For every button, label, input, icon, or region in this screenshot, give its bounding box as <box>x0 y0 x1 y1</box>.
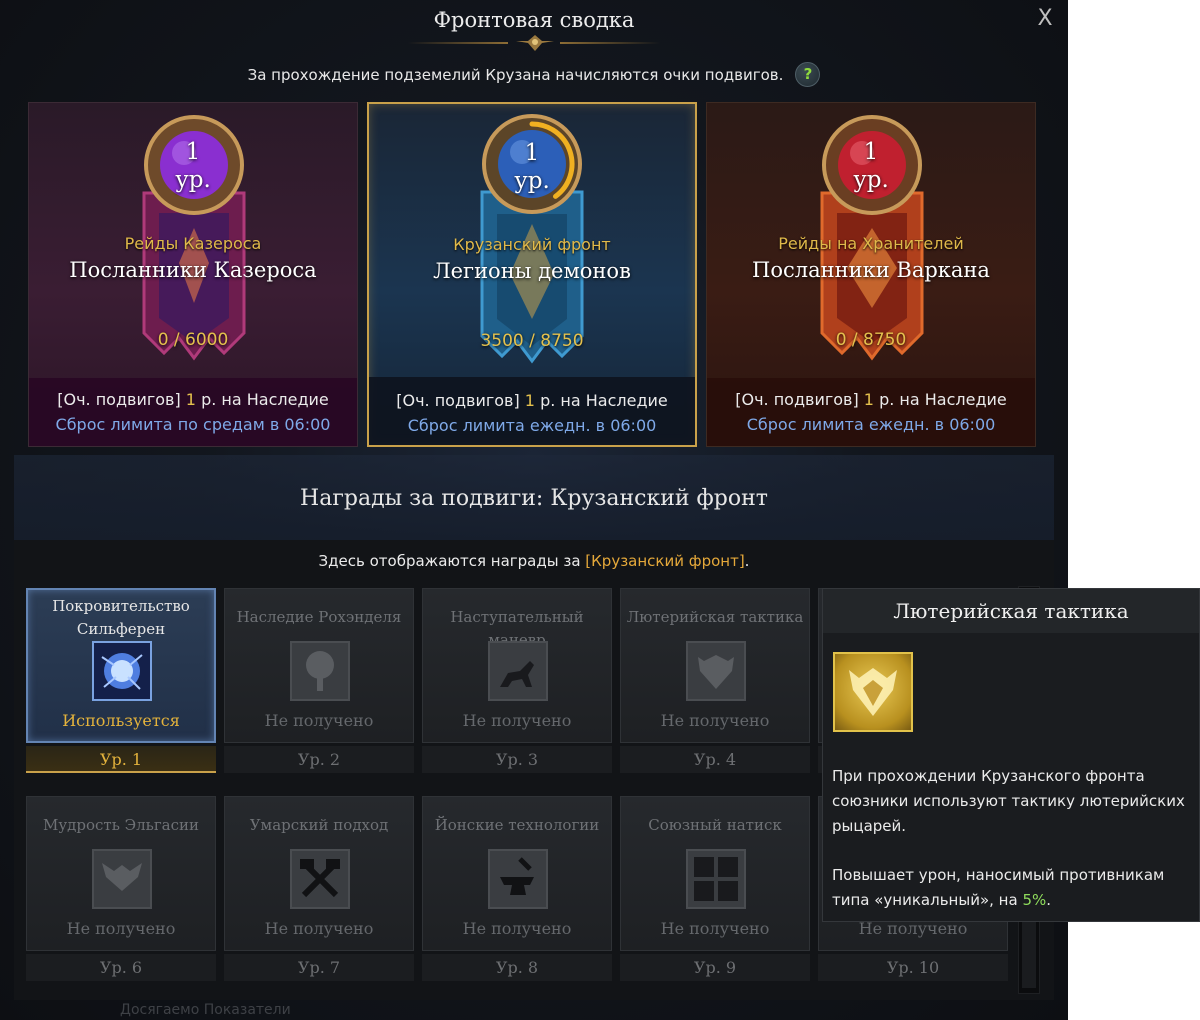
reward-slot-7[interactable]: Умарский подход Не получено Ур. 7 <box>224 796 414 981</box>
alliance-emblems-icon <box>686 849 746 909</box>
front-card-kurzan[interactable]: 1 ур. Крузанский фронт Легионы демонов 3… <box>367 102 697 447</box>
reward-level: Ур. 4 <box>620 746 810 773</box>
tooltip-description: При прохождении Крузанского фронта союзн… <box>832 767 1185 835</box>
card-footer <box>29 378 357 446</box>
reward-tooltip: Лютерийская тактика При прохождении Круз… <box>822 588 1200 922</box>
tree-icon <box>290 641 350 701</box>
card-legacy: [Оч. подвигов] 1 р. на Наследие <box>707 390 1035 409</box>
card-category: Рейды Казероса <box>124 234 262 253</box>
wings-icon <box>92 849 152 909</box>
close-button[interactable]: X <box>1030 4 1060 34</box>
title-bar: Фронтовая сводка X <box>0 0 1068 60</box>
card-category: Крузанский фронт <box>453 235 611 254</box>
help-icon[interactable]: ? <box>795 62 821 87</box>
card-level-number: 1 <box>524 140 540 166</box>
rewards-section-title: Награды за подвиги: Крузанский фронт <box>300 486 768 511</box>
reward-status: Не получено <box>660 711 770 730</box>
tooltip-title: Лютерийская тактика <box>893 599 1129 623</box>
reward-level: Ур. 6 <box>26 954 216 981</box>
card-name: Посланники Казероса <box>69 258 317 282</box>
rewards-desc-highlight: [Крузанский фронт] <box>585 552 745 570</box>
rewards-desc-prefix: Здесь отображаются награды за <box>318 552 586 570</box>
reward-name: Наследие Рохэнделя <box>236 608 402 626</box>
reward-status: Не получено <box>660 919 770 938</box>
card-reset-info: Сброс лимита ежедн. в 06:00 <box>746 415 996 434</box>
reward-level: Ур. 8 <box>422 954 612 981</box>
card-name: Легионы демонов <box>433 259 631 283</box>
reward-slot-8[interactable]: Йонские технологии Не получено Ур. 8 <box>422 796 612 981</box>
legacy-suffix: р. на Наследие <box>879 390 1007 409</box>
legacy-value: 1 <box>863 390 874 409</box>
title-ornament-icon <box>516 35 554 51</box>
front-card-varkan[interactable]: 1 ур. Рейды на Хранителей Посланники Вар… <box>706 102 1036 447</box>
title-divider-left <box>408 42 508 44</box>
reward-name: Мудрость Эльгасии <box>42 816 200 834</box>
reward-slot-6[interactable]: Мудрость Эльгасии Не получено Ур. 6 <box>26 796 216 981</box>
reward-level: Ур. 9 <box>620 954 810 981</box>
legacy-prefix: [Оч. подвигов] <box>396 391 520 410</box>
tooltip-effect-value: 5% <box>1022 891 1047 909</box>
intro-row: За прохождение подземелий Крузана начисл… <box>0 62 1068 90</box>
reward-slot-1[interactable]: Покровительство Сильферен Используется У… <box>26 588 216 773</box>
tooltip-effect: Повышает урон, наносимый противникам тип… <box>832 863 1192 913</box>
card-footer <box>707 378 1035 446</box>
title-divider-right <box>560 42 660 44</box>
legacy-prefix: [Оч. подвигов] <box>57 390 181 409</box>
card-progress: 3500 / 8750 <box>480 331 584 351</box>
reward-slot-2[interactable]: Наследие Рохэнделя Не получено Ур. 2 <box>224 588 414 773</box>
card-level-unit: ур. <box>175 167 211 193</box>
reward-name: Лютерийская тактика <box>626 608 804 626</box>
reward-level: Ур. 10 <box>818 954 1008 981</box>
reward-name: Покровительство Сильферен <box>52 597 190 638</box>
tooltip-effect-prefix: Повышает урон, наносимый противникам тип… <box>832 866 1165 909</box>
reward-name: Йонские технологии <box>434 816 600 834</box>
reward-slot-4[interactable]: Лютерийская тактика Не получено Ур. 4 <box>620 588 810 773</box>
reward-level: Ур. 1 <box>26 746 216 773</box>
cavalry-icon <box>488 641 548 701</box>
reward-name: Умарский подход <box>249 816 389 834</box>
legacy-value: 1 <box>524 391 535 410</box>
front-card-kazeros[interactable]: 1 ур. Рейды Казероса Посланники Казероса… <box>28 102 358 447</box>
card-reset-info: Сброс лимита по средам в 06:00 <box>55 415 331 434</box>
card-name: Посланники Варкана <box>752 258 990 282</box>
griffin-crest-icon <box>686 641 746 701</box>
card-progress: 0 / 6000 <box>157 330 229 350</box>
legacy-suffix: р. на Наследие <box>540 391 668 410</box>
card-level-unit: ур. <box>853 167 889 193</box>
card-progress: 0 / 8750 <box>835 330 907 350</box>
reward-slot-9[interactable]: Союзный натиск Не получено Ур. 9 <box>620 796 810 981</box>
rewards-desc-suffix: . <box>744 552 750 570</box>
footer-partial-text: Досягаемо Показатели <box>120 1002 291 1018</box>
reward-status: Не получено <box>264 919 374 938</box>
card-legacy: [Оч. подвигов] 1 р. на Наследие <box>29 390 357 409</box>
reward-level: Ур. 7 <box>224 954 414 981</box>
tooltip-effect-suffix: . <box>1046 891 1052 909</box>
reward-status: Используется <box>62 711 180 730</box>
legacy-value: 1 <box>185 390 196 409</box>
card-legacy: [Оч. подвигов] 1 р. на Наследие <box>369 391 695 410</box>
legacy-suffix: р. на Наследие <box>201 390 329 409</box>
reward-name: Союзный натиск <box>648 816 782 834</box>
griffin-crest-icon <box>833 652 913 732</box>
reward-status: Не получено <box>462 711 572 730</box>
card-level-unit: ур. <box>514 168 550 194</box>
reward-level: Ур. 2 <box>224 746 414 773</box>
intro-text: За прохождение подземелий Крузана начисл… <box>247 65 784 84</box>
spirit-orb-icon <box>92 641 152 701</box>
reward-status: Не получено <box>462 919 572 938</box>
legacy-prefix: [Оч. подвигов] <box>735 390 859 409</box>
rewards-description: Здесь отображаются награды за [Крузански… <box>14 552 1054 570</box>
card-category: Рейды на Хранителей <box>778 234 964 253</box>
reward-level: Ур. 3 <box>422 746 612 773</box>
anvil-icon <box>488 849 548 909</box>
card-reset-info: Сброс лимита ежедн. в 06:00 <box>407 416 657 435</box>
card-level-number: 1 <box>185 139 201 165</box>
window-title: Фронтовая сводка <box>433 8 635 32</box>
card-level-number: 1 <box>863 139 879 165</box>
crossed-hammers-icon <box>290 849 350 909</box>
reward-status: Не получено <box>66 919 176 938</box>
reward-slot-3[interactable]: Наступательный маневр Не получено Ур. 3 <box>422 588 612 773</box>
reward-status: Не получено <box>264 711 374 730</box>
